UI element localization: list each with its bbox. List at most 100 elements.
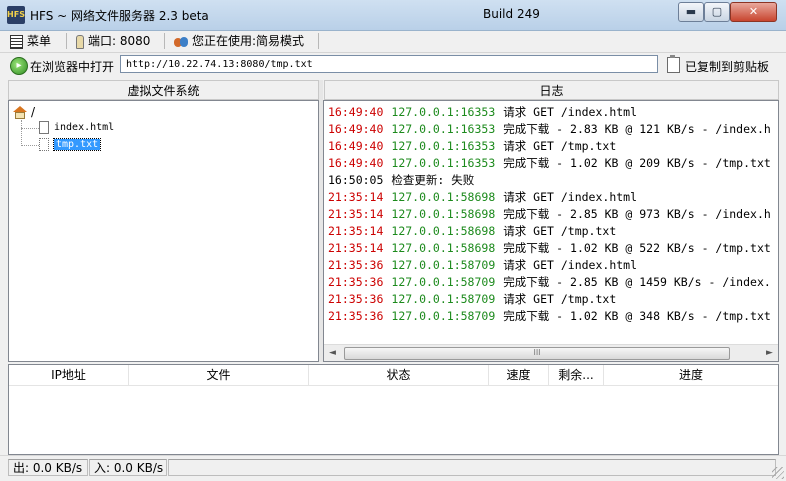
upload-speed: 出: 0.0 KB/s [8, 459, 88, 476]
scroll-right-arrow[interactable]: ► [761, 345, 778, 361]
menu-label: 菜单 [27, 34, 52, 48]
col-file[interactable]: 文件 [129, 365, 309, 385]
minimize-button[interactable]: ▬ [678, 2, 704, 22]
close-button[interactable]: ✕ [730, 2, 777, 22]
log-message: 完成下载 - 1.02 KB @ 522 KB/s - /tmp.txt [503, 241, 771, 255]
log-ip: 127.0.0.1:58709 [391, 258, 496, 272]
url-toolbar: ▸ 在浏览器中打开 http://10.22.74.13:8080/tmp.tx… [0, 53, 786, 77]
log-message: 完成下载 - 2.85 KB @ 1459 KB/s - /index. [503, 275, 771, 289]
resize-grip[interactable] [772, 467, 784, 479]
log-line: 21:35:14 127.0.0.1:58698 请求 GET /index.htm… [328, 189, 771, 206]
log-time: 21:35:36 [328, 309, 384, 323]
log-line: 21:35:36 127.0.0.1:58709 请求 GET /tmp.txt [328, 291, 771, 308]
log-ip: 127.0.0.1:58709 [391, 275, 496, 289]
log-panel-title: 日志 [324, 80, 779, 100]
hfs-app-icon: HFS [7, 6, 25, 24]
connections-table[interactable]: IP地址 文件 状态 速度 剩余... 进度 [8, 364, 779, 455]
vfs-tree[interactable]: / index.html tmp.txt [8, 100, 319, 362]
maximize-button[interactable]: ▢ [704, 2, 730, 22]
tree-connector [21, 128, 39, 129]
vfs-panel-title: 虚拟文件系统 [8, 80, 319, 100]
log-message: 请求 GET /tmp.txt [503, 139, 617, 153]
toolbar-separator [318, 33, 319, 49]
log-ip: 127.0.0.1:58698 [391, 224, 496, 238]
log-line: 16:50:05 检查更新: 失败 [328, 172, 771, 189]
log-message: 完成下载 - 1.02 KB @ 348 KB/s - /tmp.txt [503, 309, 771, 323]
open-browser-icon[interactable]: ▸ [10, 57, 28, 75]
port-button[interactable]: 端口: 8080 [76, 33, 150, 49]
log-time: 21:35:14 [328, 224, 384, 238]
tree-root-label: / [31, 105, 36, 119]
col-speed[interactable]: 速度 [489, 365, 549, 385]
log-ip: 127.0.0.1:58709 [391, 292, 496, 306]
file-icon [39, 120, 49, 134]
status-bar: 出: 0.0 KB/s 入: 0.0 KB/s [0, 455, 786, 481]
log-ip: 127.0.0.1:16353 [391, 122, 496, 136]
menu-button[interactable]: 菜单 [10, 33, 51, 49]
log-ip: 127.0.0.1:16353 [391, 139, 496, 153]
open-in-browser-button[interactable]: 在浏览器中打开 [30, 58, 114, 75]
file-icon [39, 137, 49, 151]
log-ip: 127.0.0.1:16353 [391, 105, 496, 119]
col-progress[interactable]: 进度 [604, 365, 778, 385]
tree-connector [21, 120, 22, 146]
log-line: 16:49:40 127.0.0.1:16353 请求 GET /index.htm… [328, 104, 771, 121]
clipboard-icon [667, 55, 680, 73]
log-line: 21:35:36 127.0.0.1:58709 完成下载 - 2.85 KB @ … [328, 274, 771, 291]
log-message: 检查更新: 失败 [391, 173, 475, 187]
scroll-thumb[interactable]: III [344, 347, 730, 360]
url-field[interactable]: http://10.22.74.13:8080/tmp.txt [120, 55, 658, 73]
col-remaining[interactable]: 剩余... [549, 365, 604, 385]
file-label: index.html [54, 122, 115, 133]
log-message: 完成下载 - 2.83 KB @ 121 KB/s - /index.h [503, 122, 771, 136]
log-line: 16:49:40 127.0.0.1:16353 完成下载 - 1.02 KB @ … [328, 155, 771, 172]
log-message: 完成下载 - 1.02 KB @ 209 KB/s - /tmp.txt [503, 156, 771, 170]
log-lines: 16:49:40 127.0.0.1:16353 请求 GET /index.htm… [328, 104, 771, 325]
copied-to-clipboard-label[interactable]: 已复制到剪贴板 [685, 58, 769, 75]
log-time: 16:49:40 [328, 156, 384, 170]
horizontal-scrollbar[interactable]: ◄ III ► [324, 344, 778, 361]
port-label: 端口: 8080 [88, 34, 151, 48]
main-toolbar: 菜单 端口: 8080 您正在使用:简易模式 [0, 30, 786, 53]
mode-button[interactable]: 您正在使用:简易模式 [174, 33, 304, 49]
col-status[interactable]: 状态 [309, 365, 489, 385]
mode-label: 您正在使用:简易模式 [192, 34, 305, 48]
log-time: 21:35:14 [328, 207, 384, 221]
log-message: 完成下载 - 2.85 KB @ 973 KB/s - /index.h [503, 207, 771, 221]
users-icon [174, 36, 188, 48]
tree-connector [21, 145, 39, 146]
log-ip: 127.0.0.1:58698 [391, 241, 496, 255]
log-message: 请求 GET /tmp.txt [503, 292, 617, 306]
log-line: 21:35:14 127.0.0.1:58698 完成下载 - 1.02 KB @ … [328, 240, 771, 257]
connections-header: IP地址 文件 状态 速度 剩余... 进度 [9, 365, 778, 386]
menu-icon [10, 34, 23, 49]
tree-file-index[interactable]: index.html [39, 120, 114, 136]
log-ip: 127.0.0.1:58698 [391, 190, 496, 204]
col-ip[interactable]: IP地址 [9, 365, 129, 385]
log-ip: 127.0.0.1:58709 [391, 309, 496, 323]
tree-file-tmp[interactable]: tmp.txt [39, 137, 102, 153]
log-time: 21:35:36 [328, 292, 384, 306]
home-icon [13, 106, 27, 119]
log-time: 21:35:36 [328, 275, 384, 289]
log-time: 16:49:40 [328, 139, 384, 153]
tree-root-item[interactable]: / [13, 104, 35, 120]
log-ip: 127.0.0.1:58698 [391, 207, 496, 221]
log-message: 请求 GET /index.html [503, 258, 638, 272]
build-label: Build 249 [483, 7, 540, 21]
title-bar[interactable]: HFS HFS ~ 网络文件服务器 2.3 beta Build 249 ▬ ▢… [0, 0, 786, 31]
toolbar-separator [164, 33, 165, 49]
scroll-left-arrow[interactable]: ◄ [324, 345, 341, 361]
log-time: 21:35:36 [328, 258, 384, 272]
file-label: tmp.txt [52, 138, 102, 151]
log-message: 请求 GET /tmp.txt [503, 224, 617, 238]
log-time: 21:35:14 [328, 241, 384, 255]
status-empty-cell [168, 459, 776, 476]
download-speed: 入: 0.0 KB/s [89, 459, 167, 476]
log-line: 16:49:40 127.0.0.1:16353 完成下载 - 2.83 KB @ … [328, 121, 771, 138]
log-panel[interactable]: 16:49:40 127.0.0.1:16353 请求 GET /index.htm… [323, 100, 779, 362]
log-time: 21:35:14 [328, 190, 384, 204]
log-time: 16:49:40 [328, 122, 384, 136]
toolbar-separator [66, 33, 67, 49]
log-ip: 127.0.0.1:16353 [391, 156, 496, 170]
